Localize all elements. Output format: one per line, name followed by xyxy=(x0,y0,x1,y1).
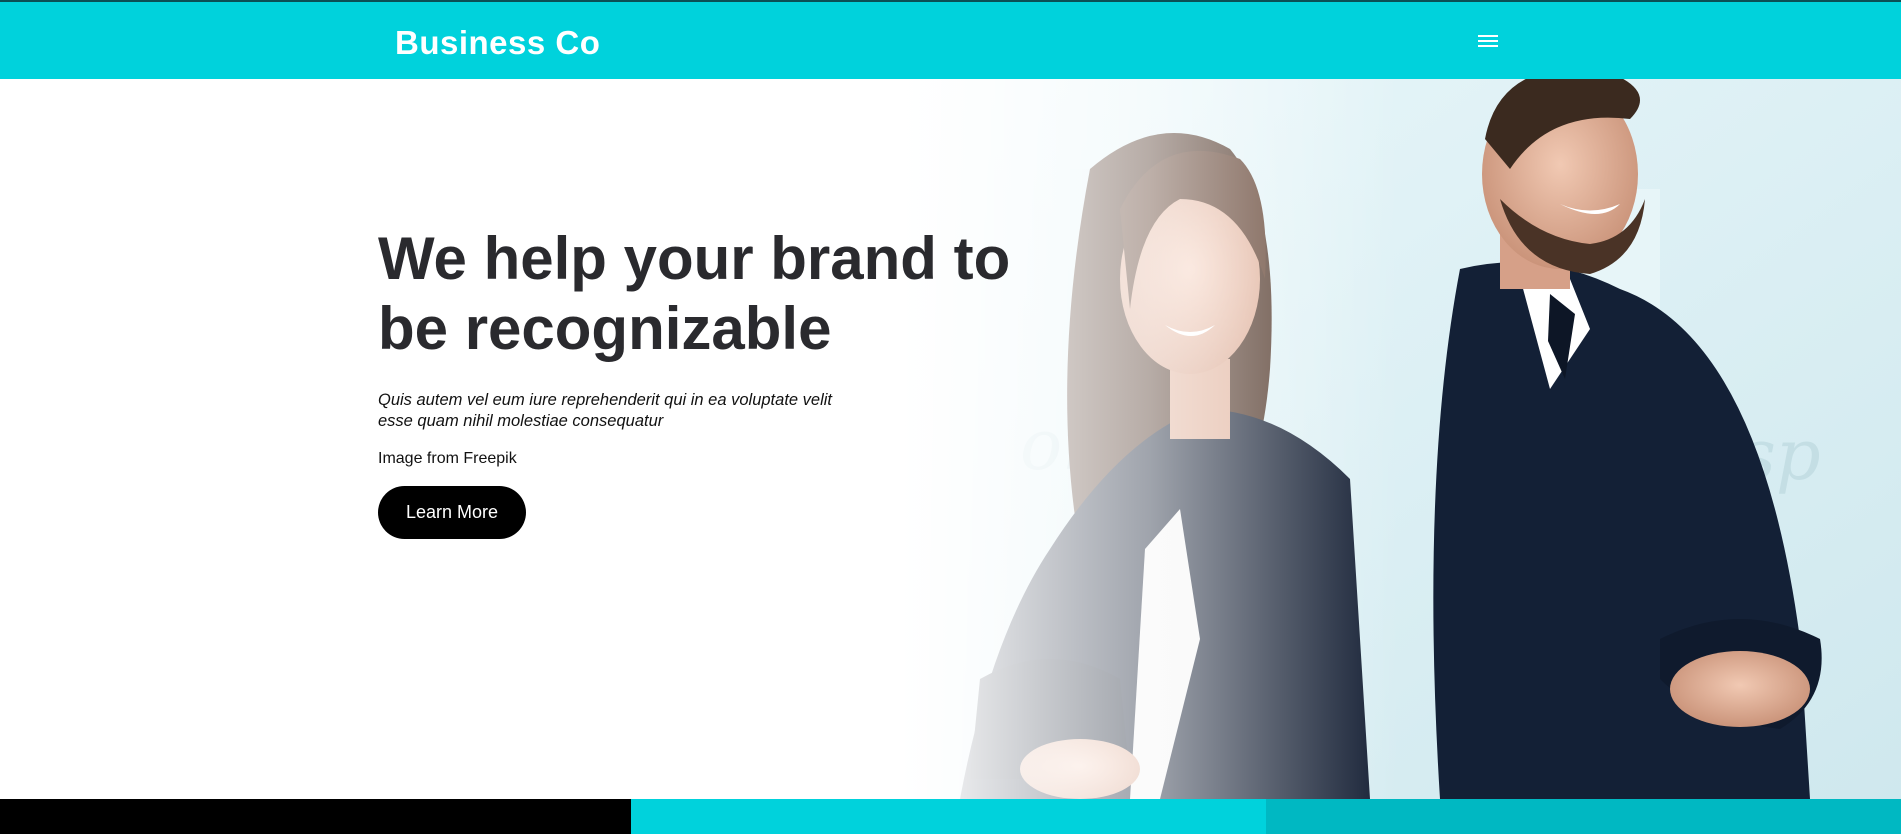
learn-more-button[interactable]: Learn More xyxy=(378,486,526,539)
footer-segment-teal xyxy=(1266,799,1901,834)
hamburger-menu-icon[interactable] xyxy=(1474,33,1502,53)
menu-line xyxy=(1478,40,1498,42)
menu-line xyxy=(1478,45,1498,47)
hero-headline: We help your brand to be recognizable xyxy=(378,225,1011,362)
footer-segment-cyan xyxy=(631,799,1266,834)
hero-subtext: Quis autem vel eum iure reprehenderit qu… xyxy=(378,391,832,430)
menu-line xyxy=(1478,35,1498,37)
footer-segment-black xyxy=(0,799,631,834)
footer-color-bar xyxy=(0,799,1901,834)
hero-content: We help your brand to be recognizable Qu… xyxy=(378,224,1078,539)
brand-logo[interactable]: Business Co xyxy=(395,24,600,62)
image-credit: Image from Freepik xyxy=(378,450,517,467)
hero-section: ork sp We help your brand to be recogniz… xyxy=(0,79,1901,799)
navbar: Business Co xyxy=(0,2,1901,79)
